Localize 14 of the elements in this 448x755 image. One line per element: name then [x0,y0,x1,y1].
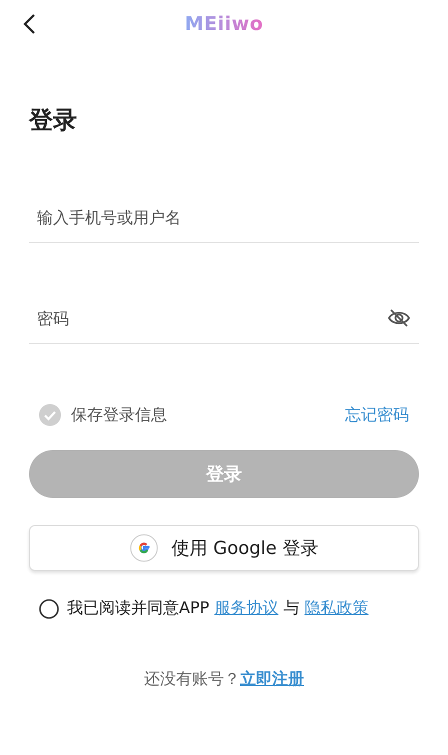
remember-label: 保存登录信息 [71,404,167,426]
signup-prompt: 还没有账号？ [144,669,240,690]
check-icon[interactable] [39,404,61,426]
username-field[interactable]: 输入手机号或用户名 [29,208,419,226]
google-icon [130,534,158,562]
page-title: 登录 [29,105,77,136]
agreement-text: 我已阅读并同意APP 服务协议 与 隐私政策 [67,598,368,619]
policy-link[interactable]: 隐私政策 [304,598,368,617]
policy-link[interactable]: 服务协议 [214,598,278,617]
forgot-password-link[interactable]: 忘记密码 [345,404,409,426]
signup-link[interactable]: 立即注册 [240,669,304,690]
password-field[interactable]: 密码 [29,308,387,328]
google-login-button[interactable]: 使用 Google 登录 [29,525,419,571]
radio-button[interactable] [39,598,59,618]
